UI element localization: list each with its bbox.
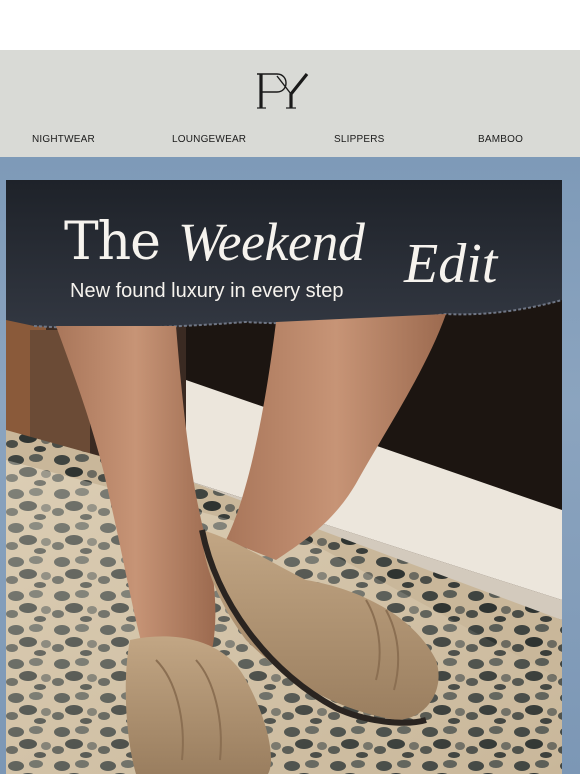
hero-frame: The Weekend Edit New found luxury in eve…	[0, 157, 580, 774]
email-header: NIGHTWEAR LOUNGEWEAR SLIPPERS BAMBOO	[0, 50, 580, 157]
nav-item-slippers[interactable]: SLIPPERS	[334, 134, 385, 145]
main-nav: NIGHTWEAR LOUNGEWEAR SLIPPERS BAMBOO	[0, 134, 580, 148]
brand-logo[interactable]	[255, 70, 311, 114]
nav-item-loungewear[interactable]: LOUNGEWEAR	[172, 134, 246, 145]
headline-weekend: Weekend	[178, 212, 365, 272]
nav-item-bamboo[interactable]: BAMBOO	[478, 134, 523, 145]
nav-item-nightwear[interactable]: NIGHTWEAR	[32, 134, 95, 145]
headline-edit: Edit	[404, 233, 498, 295]
hero-banner[interactable]: The Weekend Edit New found luxury in eve…	[6, 180, 562, 774]
py-monogram-icon	[257, 73, 309, 109]
top-spacer	[0, 0, 580, 50]
headline-the: The	[64, 212, 161, 272]
hero-subline: New found luxury in every step	[70, 280, 344, 302]
